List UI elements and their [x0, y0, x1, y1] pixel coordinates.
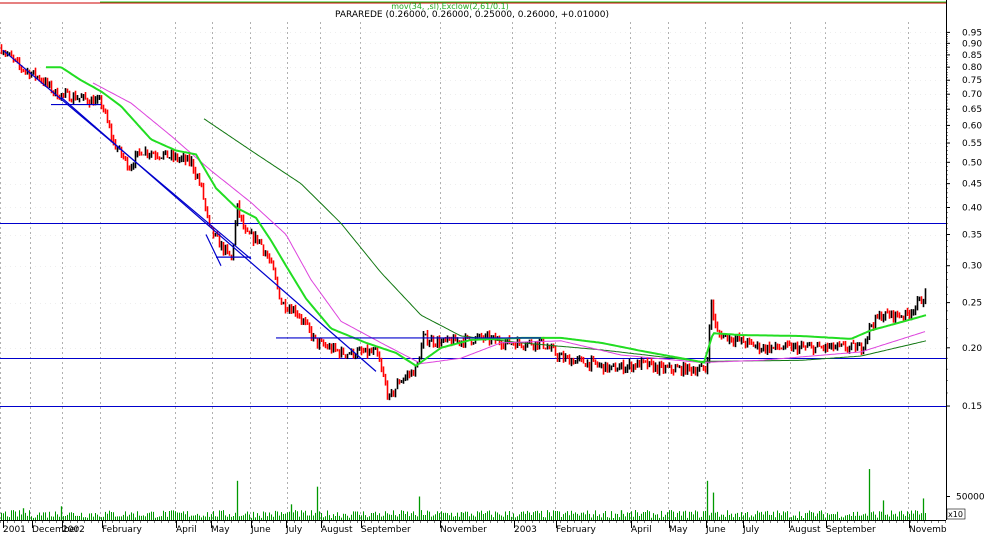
price-tick-label-15: 0.20: [962, 344, 982, 354]
price-tick-label-9: 0.50: [962, 158, 982, 168]
date-tick-label-6: June: [250, 525, 271, 534]
date-tick-label-10: November: [440, 525, 487, 534]
date-tick-label-11: 2003: [514, 525, 537, 534]
price-tick-label-2: 0.85: [962, 51, 982, 61]
date-tick-label-17: August: [789, 525, 821, 534]
price-tick-label-6: 0.65: [962, 105, 982, 115]
date-tick-label-13: April: [631, 525, 652, 534]
price-tick-label-10: 0.45: [962, 180, 982, 190]
volume-tick-label: 50000: [956, 492, 985, 502]
date-tick-label-7: July: [285, 525, 303, 534]
price-tick-label-4: 0.75: [962, 76, 982, 86]
price-tick-label-11: 0.40: [962, 203, 982, 213]
date-tick-label-3: February: [102, 525, 143, 534]
date-tick-label-8: August: [321, 525, 353, 534]
date-tick-label-19: Novemb: [909, 525, 947, 534]
price-tick-label-12: 0.35: [962, 231, 982, 241]
date-tick-label-9: September: [361, 525, 411, 534]
price-tick-label-1: 0.90: [962, 39, 982, 49]
date-tick-label-15: June: [705, 525, 726, 534]
date-tick-label-0: 2001: [3, 525, 26, 534]
stock-chart: mov(34, ,sl),Exclow(2,61/0.1) PARAREDE (…: [0, 0, 986, 534]
price-tick-label-5: 0.70: [962, 90, 982, 100]
price-tick-label-3: 0.80: [962, 63, 982, 73]
chart-background: [0, 0, 986, 534]
date-tick-label-14: May: [669, 525, 688, 534]
date-tick-label-5: May: [211, 525, 230, 534]
date-tick-label-2: 2002: [62, 525, 85, 534]
volume-unit-label: x10: [948, 510, 963, 519]
price-tick-label-14: 0.25: [962, 299, 982, 309]
price-tick-label-16: 0.15: [962, 402, 982, 412]
price-tick-label-0: 0.95: [962, 28, 982, 38]
price-tick-label-8: 0.55: [962, 139, 982, 149]
chart-title: PARAREDE (0.26000, 0.26000, 0.25000, 0.2…: [335, 10, 609, 20]
date-tick-label-18: September: [826, 525, 876, 534]
date-tick-label-4: April: [176, 525, 197, 534]
price-tick-label-7: 0.60: [962, 121, 982, 131]
date-tick-label-16: July: [742, 525, 760, 534]
date-tick-label-12: February: [556, 525, 597, 534]
price-tick-label-13: 0.30: [962, 262, 982, 272]
